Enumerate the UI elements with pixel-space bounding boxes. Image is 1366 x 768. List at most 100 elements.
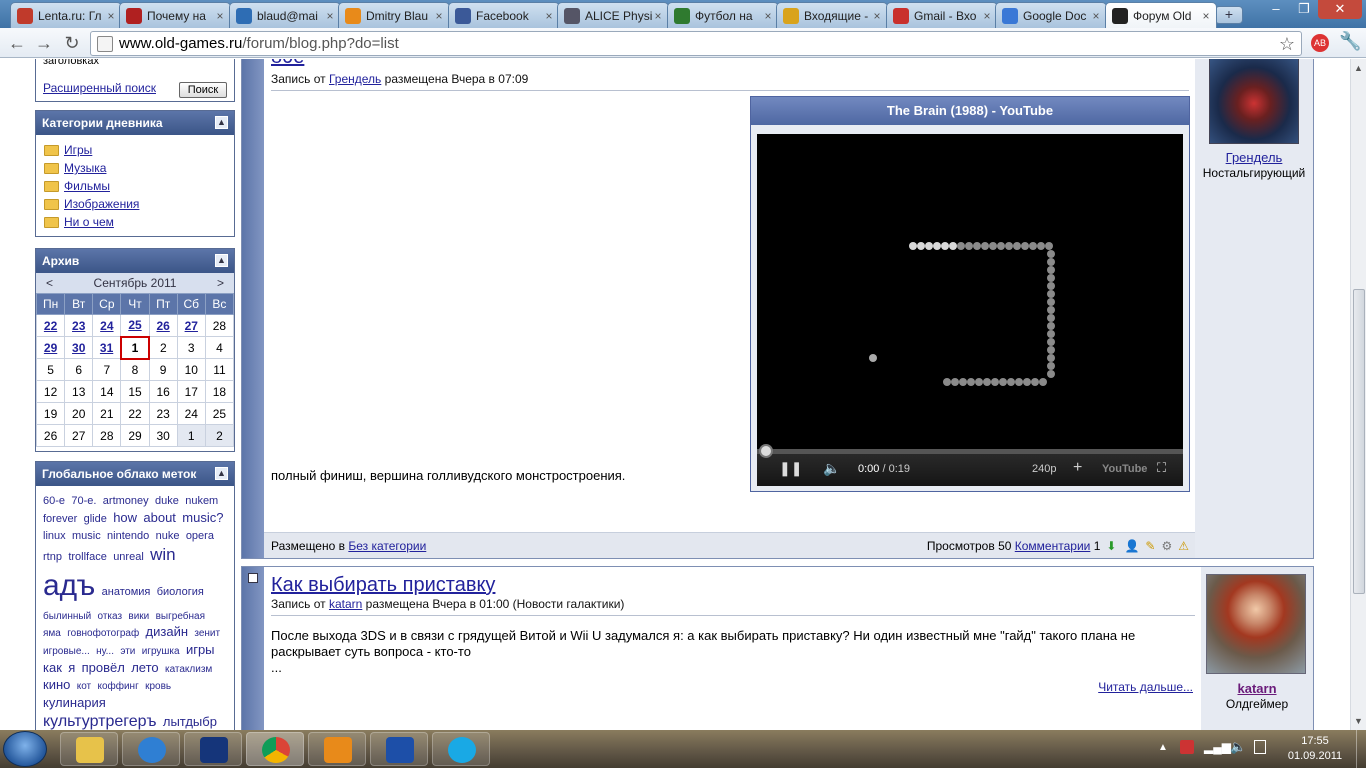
post-author-link[interactable]: katarn [329,597,362,611]
tag-link[interactable]: trollface [68,551,107,563]
tag-link[interactable]: говнофотограф [67,628,139,639]
browser-tab[interactable]: Gmail - Вхо × [886,2,998,28]
back-icon[interactable]: ← [6,32,28,54]
category-link[interactable]: Музыка [64,161,106,175]
prev-month-button[interactable]: < [46,276,53,290]
close-tab-icon[interactable]: × [762,9,774,23]
close-tab-icon[interactable]: × [981,9,993,23]
calendar-day-link[interactable]: 23 [64,314,94,337]
tag-link[interactable]: кот [77,681,91,692]
taskbar-ie[interactable] [122,732,180,766]
tag-link[interactable]: кровь [145,681,171,692]
collapse-icon[interactable]: ▲ [215,254,228,267]
close-tab-icon[interactable]: × [214,9,226,23]
progress-knob[interactable] [759,444,773,458]
reload-icon[interactable]: ↻ [61,32,83,54]
post-title[interactable]: Как выбирать приставку [271,574,495,597]
close-window-button[interactable]: ✕ [1318,0,1362,19]
new-tab-button[interactable]: + [1215,6,1243,24]
browser-tab[interactable]: Форум Old × [1105,2,1217,28]
taskbar-chrome[interactable] [246,732,304,766]
search-button[interactable]: Поиск [179,82,227,98]
taskbar-skype[interactable] [432,732,490,766]
tag-link[interactable]: отказ [98,611,123,622]
calendar-day-link[interactable]: 31 [92,336,122,359]
tag-link[interactable]: duke [155,495,179,507]
tag-link[interactable]: how [113,510,137,525]
scroll-up-icon[interactable]: ▲ [1354,63,1363,73]
quality-button[interactable]: 240p [1032,463,1056,475]
close-tab-icon[interactable]: × [543,9,555,23]
calendar-day-link[interactable]: 30 [64,336,94,359]
tag-link[interactable]: music? [182,510,223,525]
fullscreen-icon[interactable]: ⛶ [1157,460,1166,476]
category-link[interactable]: Ни о чем [64,215,114,229]
volume-icon[interactable]: 🔈 [823,460,840,477]
tag-link[interactable]: яма [43,628,61,639]
taskbar-files[interactable] [370,732,428,766]
tag-link[interactable]: я [68,660,75,675]
tag-link[interactable]: ну... [96,646,114,657]
post-title[interactable]: 80е [271,59,304,69]
tag-link[interactable]: как [43,660,62,675]
tag-link[interactable]: 60-е [43,495,65,507]
tag-link[interactable]: unreal [113,551,144,563]
close-tab-icon[interactable]: × [1090,9,1102,23]
tag-link[interactable]: win [150,545,176,564]
browser-tab[interactable]: Lenta.ru: Гл × [10,2,122,28]
close-tab-icon[interactable]: × [1200,9,1212,23]
calendar-day-link[interactable]: 26 [148,314,178,337]
collapse-icon[interactable]: ▲ [215,467,228,480]
author-link[interactable]: katarn [1201,681,1313,696]
down-arrow-icon[interactable]: ⬇ [1106,539,1116,553]
taskbar-app[interactable] [184,732,242,766]
tag-link[interactable]: игрушка [142,646,180,657]
tag-link[interactable]: игры [186,642,215,657]
browser-tab[interactable]: Facebook × [448,2,560,28]
wrench-menu-icon[interactable]: 🔧 [1339,31,1361,52]
tag-link[interactable]: игровые... [43,646,90,657]
comments-link[interactable]: Комментарии [1015,539,1091,553]
tag-link[interactable]: лытдыбр [163,714,217,729]
address-bar[interactable]: www.old-games.ru/forum/blog.php?do=list … [90,31,1302,56]
tag-link[interactable]: linux [43,530,66,542]
post-author-link[interactable]: Грендель [329,72,381,86]
pause-icon[interactable]: ❚❚ [779,460,802,477]
browser-tab[interactable]: Почему на × [119,2,231,28]
video-screen[interactable]: ❚❚ 🔈 0:00 / 0:19 240p + YouTube ⛶ [757,134,1183,486]
youtube-logo[interactable]: YouTube [1102,463,1147,475]
tag-link[interactable]: анатомия [102,586,151,598]
tag-link[interactable]: opera [186,530,214,542]
extension-icon[interactable]: AB [1311,34,1329,52]
tag-icon[interactable]: ⚙ [1161,539,1172,553]
advanced-search-link[interactable]: Расширенный поиск [43,81,156,95]
collapse-icon[interactable]: ▲ [215,116,228,129]
browser-tab[interactable]: Входящие - × [776,2,888,28]
show-desktop-button[interactable] [1356,730,1366,768]
tag-link[interactable]: былинный [43,611,91,622]
read-more-link[interactable]: Читать дальше... [1098,680,1193,694]
start-button[interactable] [3,731,47,767]
author-avatar[interactable] [1209,59,1299,144]
network-icon[interactable]: ▂▄▆ [1204,740,1231,754]
tag-link[interactable]: адъ [43,569,95,602]
tag-link[interactable]: лето [131,660,158,675]
tag-link[interactable]: кулинария [43,695,106,710]
browser-tab[interactable]: Google Doc × [995,2,1107,28]
category-link[interactable]: Без категории [348,539,426,553]
close-tab-icon[interactable]: × [105,9,117,23]
close-tab-icon[interactable]: × [652,9,664,23]
tag-link[interactable]: forever [43,513,77,525]
tag-link[interactable]: artmoney [103,495,149,507]
close-tab-icon[interactable]: × [871,9,883,23]
tag-link[interactable]: music [72,530,101,542]
page-scrollbar[interactable]: ▲ ▼ [1350,59,1366,730]
tag-link[interactable]: nintendo [107,530,149,542]
close-tab-icon[interactable]: × [324,9,336,23]
tag-link[interactable]: дизайн [146,624,188,639]
scroll-thumb[interactable] [1353,289,1365,594]
tag-link[interactable]: кино [43,677,70,692]
forward-icon[interactable]: → [33,32,55,54]
calendar-day-link[interactable]: 25 [120,314,150,337]
tag-link[interactable]: about [143,510,176,525]
